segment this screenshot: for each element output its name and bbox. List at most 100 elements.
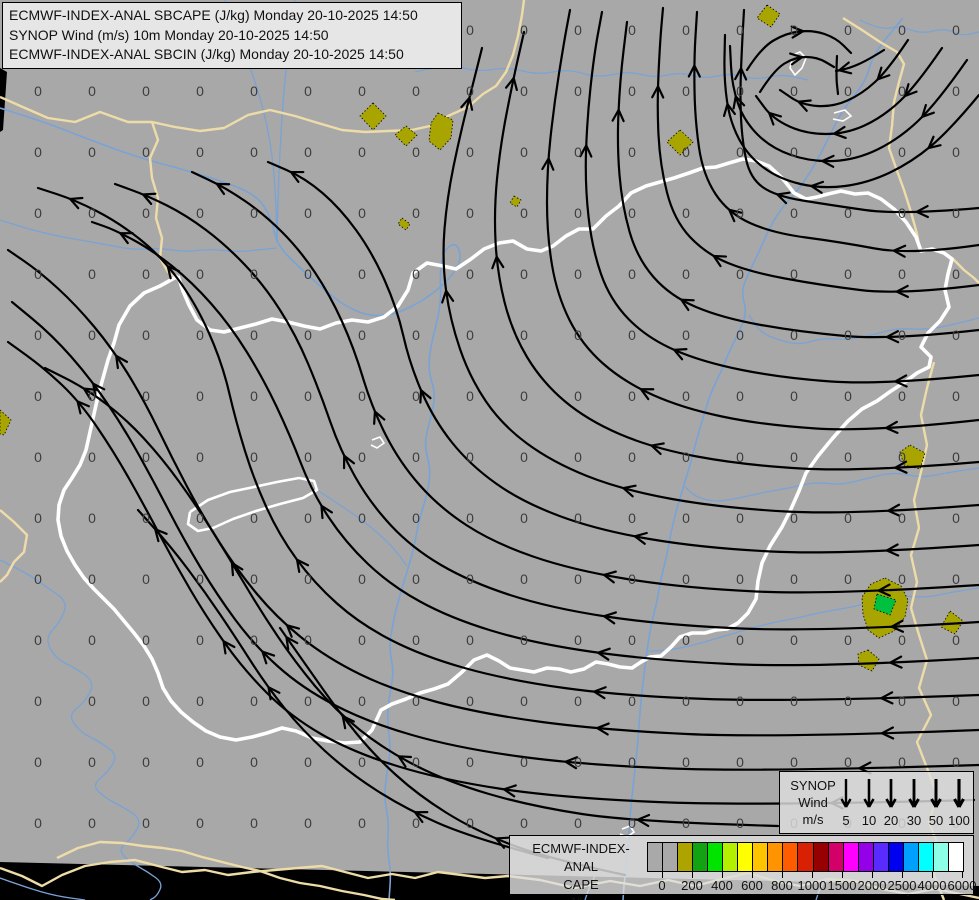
cin-zero-label: 0 — [574, 693, 582, 709]
cape-tick-label: 6000 — [947, 878, 977, 893]
cin-zero-label: 0 — [358, 754, 366, 770]
cin-zero-label: 0 — [952, 449, 960, 465]
cin-zero-label: 0 — [628, 449, 636, 465]
cin-zero-label: 0 — [88, 510, 96, 526]
cin-zero-label: 0 — [412, 388, 420, 404]
cin-zero-label: 0 — [790, 266, 798, 282]
cin-zero-label: 0 — [304, 571, 312, 587]
cin-zero-label: 0 — [196, 693, 204, 709]
cin-zero-label: 0 — [88, 754, 96, 770]
cin-zero-label: 0 — [358, 144, 366, 160]
cin-zero-label: 0 — [844, 571, 852, 587]
wind-legend-title-line: SYNOP — [790, 778, 836, 793]
cin-zero-label: 0 — [34, 571, 42, 587]
cin-zero-label: 0 — [898, 449, 906, 465]
cin-zero-label: 0 — [358, 510, 366, 526]
cin-zero-label: 0 — [574, 266, 582, 282]
cin-zero-label: 0 — [682, 327, 690, 343]
cin-zero-label: 0 — [790, 83, 798, 99]
cape-legend-title-line: J/kg — [516, 894, 646, 900]
cin-zero-label: 0 — [790, 754, 798, 770]
cin-zero-label: 0 — [736, 83, 744, 99]
cin-zero-label: 0 — [736, 571, 744, 587]
cin-zero-label: 0 — [844, 83, 852, 99]
cin-zero-label: 0 — [628, 22, 636, 38]
cin-zero-label: 0 — [358, 693, 366, 709]
cape-color-legend: ECMWF-INDEX-ANAL CAPE J/kg 0200400600800… — [509, 835, 976, 900]
cin-zero-label: 0 — [844, 144, 852, 160]
cape-color-swatch — [677, 843, 693, 871]
cin-zero-label: 0 — [790, 205, 798, 221]
cin-zero-label: 0 — [682, 632, 690, 648]
cin-zero-label: 0 — [682, 571, 690, 587]
wind-speed-labels: 5 10 20 30 50 100 — [840, 813, 975, 831]
cape-color-swatch — [812, 843, 828, 871]
cin-zero-label: 0 — [898, 693, 906, 709]
cin-zero-label: 0 — [196, 449, 204, 465]
cin-zero-label: 0 — [898, 205, 906, 221]
cin-zero-label: 0 — [520, 754, 528, 770]
cin-zero-label: 0 — [412, 83, 420, 99]
cin-zero-label: 0 — [412, 510, 420, 526]
cin-zero-label: 0 — [574, 22, 582, 38]
cin-zero-label: 0 — [466, 205, 474, 221]
cin-zero-label: 0 — [196, 754, 204, 770]
cin-zero-label: 0 — [88, 205, 96, 221]
cin-zero-label: 0 — [790, 632, 798, 648]
cin-zero-label: 0 — [88, 449, 96, 465]
cin-zero-label: 0 — [196, 815, 204, 831]
cin-zero-label: 0 — [250, 510, 258, 526]
cin-zero-label: 0 — [898, 754, 906, 770]
cin-zero-label: 0 — [736, 632, 744, 648]
cin-zero-label: 0 — [574, 754, 582, 770]
cin-zero-label: 0 — [682, 144, 690, 160]
cin-zero-label: 0 — [628, 388, 636, 404]
map-canvas: 0 0 0 0 0 0 0 0 0 0 0 0 0 0 0 0 0 0 0 0 0 0 0 0 0 0 0 0 0 0 0 0 0 0 0 0 0 0 0 0… — [0, 0, 979, 900]
wind-speed-value: 100 — [948, 813, 970, 828]
cin-zero-label: 0 — [574, 449, 582, 465]
cin-zero-label: 0 — [304, 632, 312, 648]
cin-zero-label: 0 — [34, 754, 42, 770]
cin-zero-label: 0 — [736, 754, 744, 770]
cin-zero-label: 0 — [844, 693, 852, 709]
cin-zero-label: 0 — [304, 144, 312, 160]
wind-down-arrow-icon — [885, 779, 897, 808]
cape-color-swatch — [842, 843, 858, 871]
cin-zero-label: 0 — [196, 144, 204, 160]
cape-color-swatch — [872, 843, 888, 871]
cin-zero-label: 0 — [466, 327, 474, 343]
cape-color-swatch — [797, 843, 813, 871]
cin-zero-label: 0 — [628, 83, 636, 99]
cin-zero-label: 0 — [304, 754, 312, 770]
cin-zero-label: 0 — [250, 327, 258, 343]
cin-zero-label: 0 — [34, 510, 42, 526]
cin-zero-label: 0 — [790, 388, 798, 404]
cape-color-swatch — [692, 843, 708, 871]
cin-zero-label: 0 — [682, 83, 690, 99]
cin-zero-label: 0 — [88, 327, 96, 343]
cin-zero-label: 0 — [88, 815, 96, 831]
cin-zero-label: 0 — [304, 510, 312, 526]
cin-zero-label: 0 — [466, 754, 474, 770]
cape-color-swatch — [902, 843, 918, 871]
cin-zero-label: 0 — [520, 815, 528, 831]
cape-tick-mark — [842, 871, 843, 878]
cin-zero-label: 0 — [142, 205, 150, 221]
cin-zero-label: 0 — [844, 22, 852, 38]
cin-zero-label: 0 — [250, 83, 258, 99]
cin-zero-label: 0 — [682, 510, 690, 526]
synop-wind-legend: SYNOP Wind m/s 5 10 20 30 50 100 — [779, 771, 974, 834]
title-line-wind: SYNOP Wind (m/s) 10m Monday 20-10-2025 1… — [9, 26, 329, 43]
cin-zero-label: 0 — [898, 266, 906, 282]
cin-zero-label: 0 — [898, 388, 906, 404]
cin-zero-label: 0 — [88, 632, 96, 648]
cin-zero-label: 0 — [574, 632, 582, 648]
cin-zero-label: 0 — [304, 693, 312, 709]
cape-color-swatch — [767, 843, 783, 871]
cin-zero-label: 0 — [88, 571, 96, 587]
cin-zero-label: 0 — [34, 388, 42, 404]
cin-zero-label: 0 — [88, 693, 96, 709]
cin-zero-label: 0 — [358, 205, 366, 221]
cape-legend-title-line: ECMWF-INDEX-ANAL — [532, 841, 630, 874]
cin-zero-label: 0 — [412, 571, 420, 587]
